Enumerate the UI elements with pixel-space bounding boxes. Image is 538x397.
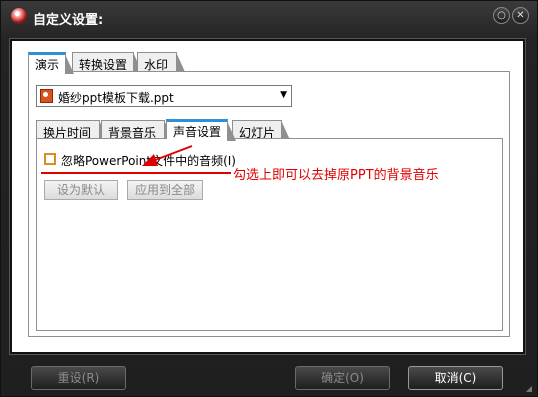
tab-slide-timing[interactable]: 换片时间 bbox=[36, 120, 108, 140]
tab-label: 水印 bbox=[144, 58, 169, 72]
tab-sound-settings[interactable]: 声音设置 bbox=[166, 119, 236, 141]
title-bar[interactable]: 自定义设置: ○ ✕ bbox=[1, 1, 538, 33]
ppt-file-icon bbox=[40, 89, 53, 103]
ignore-audio-checkbox[interactable] bbox=[44, 153, 56, 165]
chevron-down-icon[interactable]: ▼ bbox=[280, 90, 287, 100]
resize-grip-icon[interactable]: ◢ bbox=[526, 384, 532, 393]
app-logo-icon bbox=[11, 8, 27, 24]
annotation-underline bbox=[41, 172, 231, 174]
file-select-value: 婚纱ppt模板下载.ppt bbox=[58, 91, 174, 105]
tab-label: 演示 bbox=[35, 58, 60, 72]
file-select[interactable]: 婚纱ppt模板下载.ppt ▼ bbox=[36, 85, 292, 107]
window-title: 自定义设置: bbox=[33, 13, 104, 28]
ok-button[interactable]: 确定(O) bbox=[295, 366, 390, 390]
minimize-icon[interactable]: ○ bbox=[493, 7, 510, 24]
tab-convert-settings[interactable]: 转换设置 bbox=[72, 52, 142, 72]
annotation-text: 勾选上即可以去掉原PPT的背景音乐 bbox=[233, 168, 439, 183]
annotation-arrow-icon bbox=[142, 145, 193, 166]
tab-presentation[interactable]: 演示 bbox=[28, 52, 74, 74]
tab-label: 声音设置 bbox=[173, 125, 222, 139]
set-default-button[interactable]: 设为默认 bbox=[44, 180, 118, 200]
cancel-button[interactable]: 取消(C) bbox=[408, 366, 503, 390]
tab-slides[interactable]: 幻灯片 bbox=[232, 120, 290, 140]
tab-label: 转换设置 bbox=[79, 58, 128, 72]
apply-all-button[interactable]: 应用到全部 bbox=[127, 180, 203, 200]
reset-button[interactable]: 重设(R) bbox=[31, 366, 126, 390]
close-icon[interactable]: ✕ bbox=[512, 7, 529, 24]
tab-background-music[interactable]: 背景音乐 bbox=[101, 120, 173, 140]
tab-watermark[interactable]: 水印 bbox=[137, 52, 185, 72]
